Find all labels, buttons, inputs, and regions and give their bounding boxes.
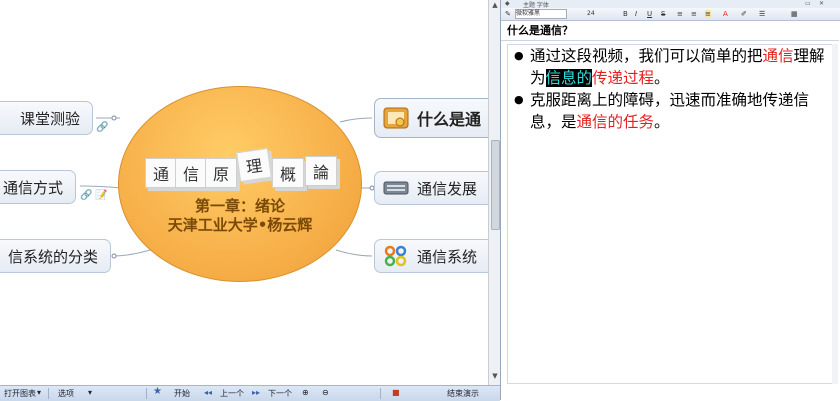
font-size-select[interactable]: 24 (587, 10, 595, 17)
notes-menu-strip: ◆ 主题 字体 ▭ ✕ (501, 0, 840, 9)
topic-system-classification[interactable]: 信系统的分类 (0, 239, 111, 273)
previous-button[interactable]: 上一个 (220, 388, 244, 399)
note-icon[interactable]: 📝 (95, 190, 107, 201)
minimize-icon[interactable]: ▭ (805, 0, 811, 7)
attachment-icon[interactable]: 🔗 (96, 122, 108, 133)
scroll-up-icon[interactable]: ▲ (490, 1, 500, 11)
topic-communication-development[interactable]: 通信发展 (374, 171, 488, 205)
topic-classroom-quiz[interactable]: 课堂测验 (0, 101, 93, 135)
notes-panel: ◆ 主题 字体 ▭ ✕ ✎ 微软雅黑 24 B I U S ≡ ≡ ≡ A ✐ … (500, 0, 840, 400)
highlight-icon[interactable]: ✐ (741, 10, 747, 18)
chevron-down-icon[interactable]: ▾ (37, 388, 41, 397)
topic-label: 信系统的分类 (7, 247, 98, 266)
zoom-in-icon[interactable]: ⊕ (302, 388, 309, 397)
next-button[interactable]: 下一个 (268, 388, 292, 399)
central-author: 天津工业大学•杨云辉 (167, 216, 313, 234)
note-text: 。 (654, 69, 670, 87)
keyboard-icon (383, 181, 409, 195)
divider (380, 388, 381, 399)
notes-format-toolbar: ✎ 微软雅黑 24 B I U S ≡ ≡ ≡ A ✐ ☰ ▦ (501, 8, 840, 21)
note-bullet: 通过这段视频，我们可以简单的把通信理解为信息的传递过程。 (514, 45, 826, 89)
next-arrow-icon[interactable]: ▸▸ (252, 388, 260, 397)
stop-icon[interactable]: ■ (392, 388, 400, 397)
underline-icon[interactable]: U (647, 10, 652, 18)
topic-communication-modes[interactable]: 通信方式 (0, 170, 76, 204)
align-left-icon[interactable]: ≡ (677, 10, 683, 18)
pen-icon[interactable]: ✎ (505, 10, 511, 18)
mindmap-canvas[interactable]: 课堂测验 通信方式 信系统的分类 🔗 🔗 📝 通 信 原 理 概 論 第一章：绪… (0, 0, 488, 385)
chevron-down-icon[interactable]: ▾ (88, 388, 92, 397)
bullet-list-icon[interactable]: ☰ (759, 10, 765, 18)
bold-icon[interactable]: B (623, 10, 628, 18)
font-select[interactable]: 微软雅黑 (515, 9, 567, 19)
prev-arrow-icon[interactable]: ◂◂ (204, 388, 212, 397)
italic-icon[interactable]: I (635, 10, 637, 18)
align-right-icon[interactable]: ≡ (705, 10, 711, 18)
cube-char: 通 (145, 158, 177, 188)
topic-communication-system[interactable]: 通信系统 (374, 239, 488, 273)
topic-label: 通信系统 (417, 247, 478, 266)
notes-editor[interactable]: 通过这段视频，我们可以简单的把通信理解为信息的传递过程。 克服距离上的障碍，迅速… (507, 44, 833, 384)
note-text: 。 (654, 113, 670, 131)
cube-char: 信 (175, 158, 207, 188)
options-button[interactable]: 选项 (58, 388, 74, 399)
scroll-thumb[interactable] (491, 140, 500, 230)
align-center-icon[interactable]: ≡ (691, 10, 697, 18)
notes-title: 什么是通信？ (501, 21, 839, 41)
topic-label: 课堂测验 (19, 109, 80, 128)
table-icon[interactable]: ▦ (791, 10, 798, 18)
notes-scrollbar[interactable] (832, 44, 838, 384)
presentation-toolbar: 打开图表 ▾ 选项 ▾ ★ 开始 ◂◂ 上一个 ▸▸ 下一个 ⊕ ⊖ ■ 结束演… (0, 385, 500, 401)
home-button[interactable]: 开始 (174, 388, 190, 399)
note-text-red: 通信 (762, 47, 794, 65)
star-icon[interactable]: ★ (153, 386, 162, 397)
close-icon[interactable]: ✕ (819, 0, 824, 7)
cube-char: 原 (205, 158, 237, 188)
cube-char: 概 (272, 158, 304, 188)
strikethrough-icon[interactable]: S (661, 10, 665, 18)
link-icon[interactable]: 🔗 (80, 190, 92, 201)
central-chapter-title: 第一章：绪论 (194, 197, 285, 215)
divider (48, 388, 49, 399)
title-cubes: 通 信 原 理 概 論 (145, 147, 345, 192)
topic-label: 通信发展 (417, 179, 478, 198)
note-text: 通过这段视频，我们可以简单的把 (530, 47, 763, 65)
end-show-button[interactable]: 结束演示 (447, 388, 479, 399)
note-text-red: 传递过程 (592, 69, 655, 87)
network-icon (384, 245, 407, 267)
note-text-highlight: 信息的 (545, 69, 593, 87)
open-map-button[interactable]: 打开图表 (4, 388, 36, 399)
topic-what-is-communication[interactable]: 什么是通 (374, 98, 488, 138)
font-color-icon[interactable]: A (723, 10, 728, 18)
cube-char: 論 (305, 156, 337, 186)
picture-icon (383, 107, 409, 129)
zoom-out-icon[interactable]: ⊖ (322, 388, 329, 397)
cube-char: 理 (236, 147, 272, 183)
divider (146, 388, 147, 399)
app-icon: ◆ (505, 0, 510, 7)
topic-label: 什么是通 (417, 110, 482, 129)
scroll-down-icon[interactable]: ▼ (490, 372, 500, 382)
topic-label: 通信方式 (2, 178, 63, 197)
note-text-red: 通信的任务 (576, 113, 655, 131)
note-bullet: 克服距离上的障碍，迅速而准确地传递信息，是通信的任务。 (514, 89, 826, 133)
